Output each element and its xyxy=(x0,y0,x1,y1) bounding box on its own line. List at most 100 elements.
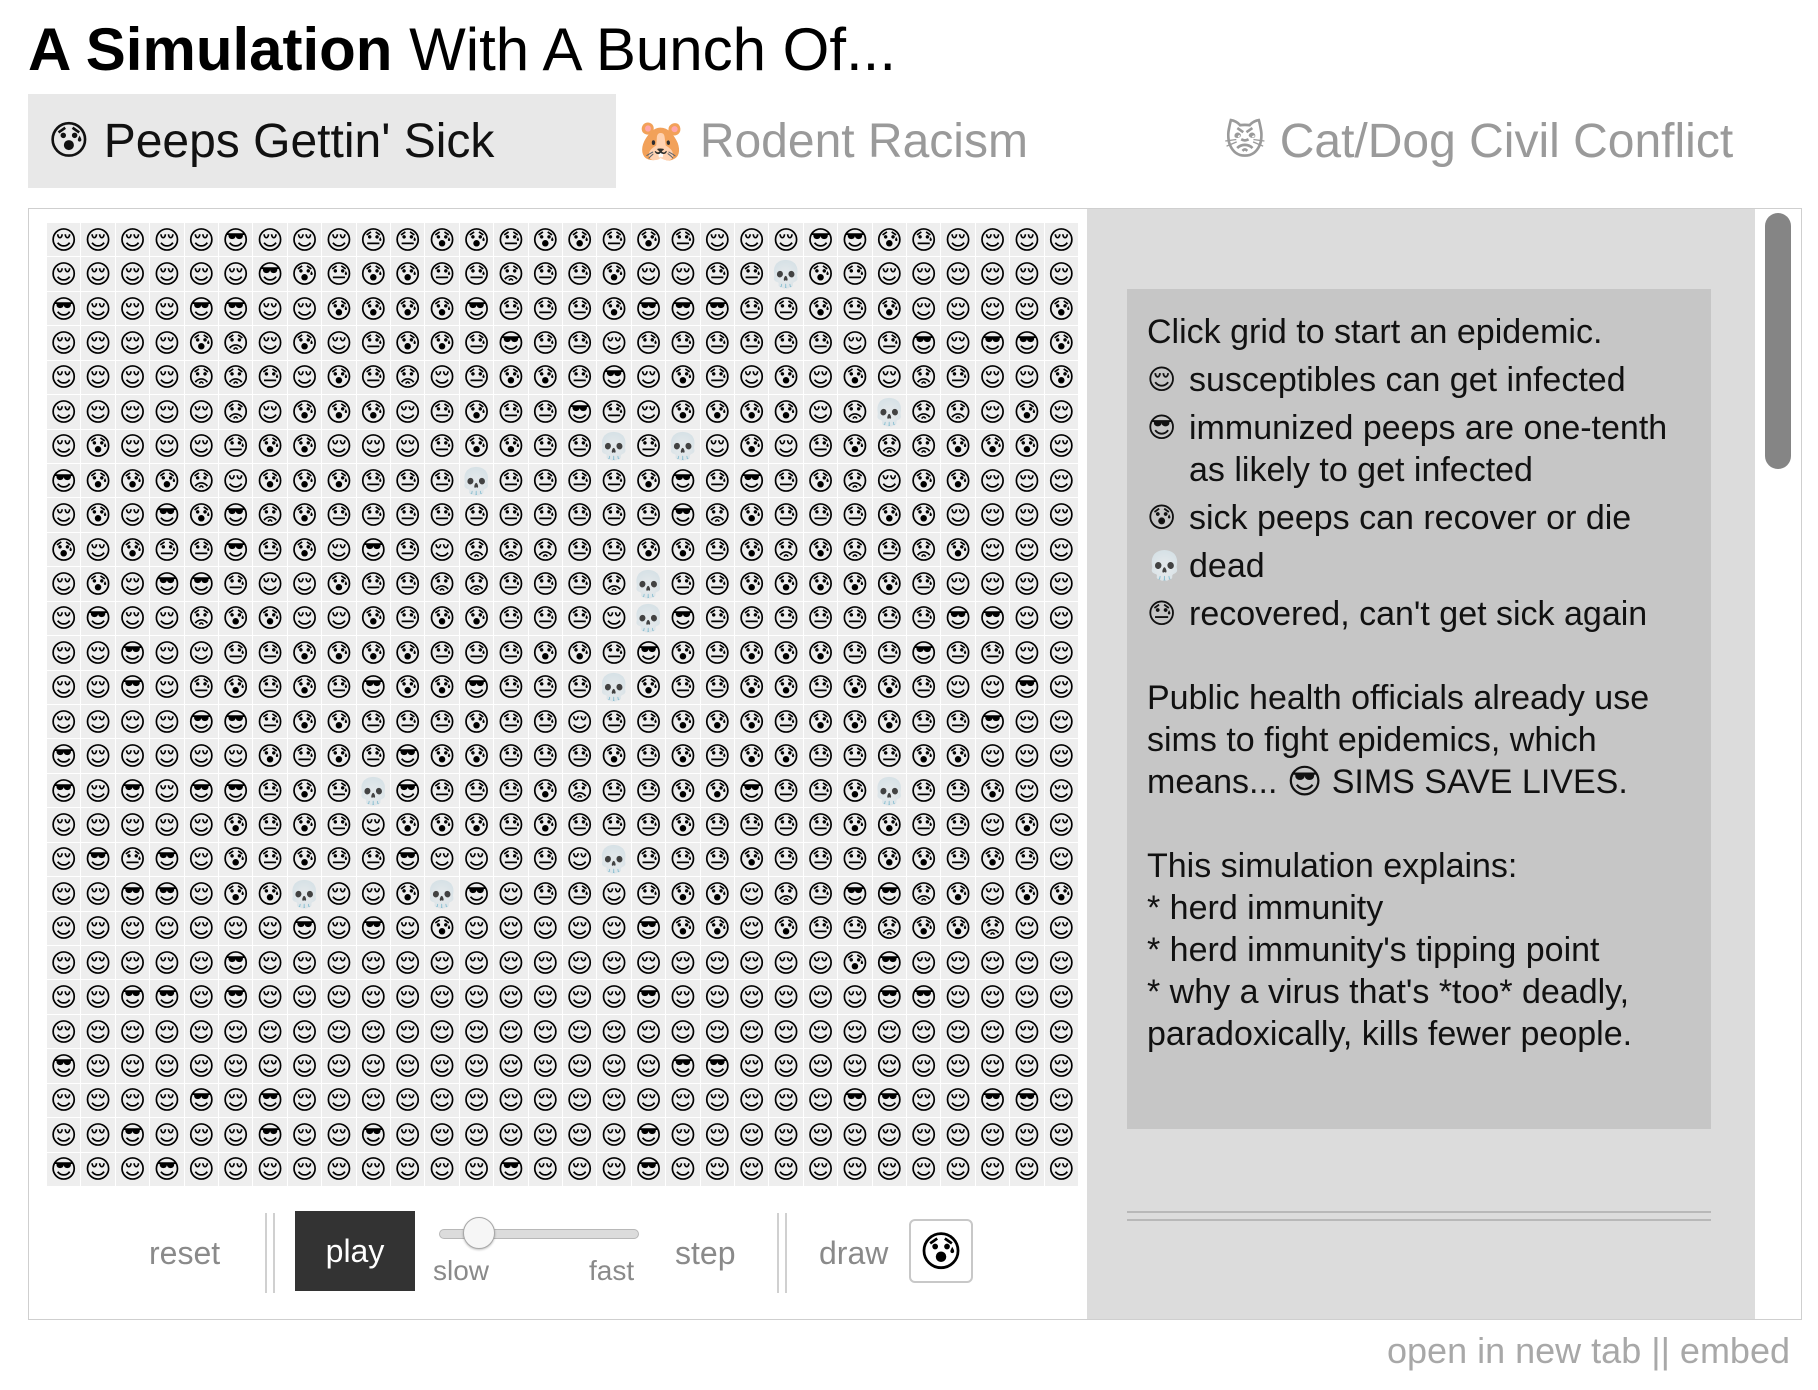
susceptible-cell[interactable]: 😌 xyxy=(184,1014,219,1050)
recovered-cell[interactable]: 😓 xyxy=(528,670,563,705)
recovered-cell[interactable]: 😓 xyxy=(563,498,598,533)
susceptible-cell[interactable]: 😌 xyxy=(287,291,323,327)
recovered-cell[interactable]: 😓 xyxy=(219,636,254,671)
susceptible-cell[interactable]: 😌 xyxy=(322,1049,357,1084)
susceptible-cell[interactable]: 😌 xyxy=(1010,601,1045,637)
sick-cell[interactable]: 😰 xyxy=(287,532,323,568)
immunized-cell[interactable]: 😎 xyxy=(150,1152,185,1187)
sick-cell[interactable]: 😰 xyxy=(769,360,804,396)
susceptible-cell[interactable]: 😌 xyxy=(356,877,391,912)
susceptible-cell[interactable]: 😌 xyxy=(838,1014,873,1050)
recovered-cell[interactable]: 😓 xyxy=(356,360,391,396)
susceptible-cell[interactable]: 😌 xyxy=(356,808,391,843)
immunized-cell[interactable]: 😎 xyxy=(975,601,1011,637)
susceptible-cell[interactable]: 😌 xyxy=(219,1049,254,1084)
immunized-cell[interactable]: 😎 xyxy=(700,1049,735,1084)
sick-cell[interactable]: 😰 xyxy=(700,877,735,912)
susceptible-cell[interactable]: 😌 xyxy=(700,1118,735,1153)
sick-cell[interactable]: 😰 xyxy=(528,360,563,396)
immunized-cell[interactable]: 😎 xyxy=(735,773,770,809)
susceptible-cell[interactable]: 😌 xyxy=(666,1152,701,1187)
susceptible-cell[interactable]: 😌 xyxy=(391,1014,426,1050)
susceptible-cell[interactable]: 😌 xyxy=(47,636,82,671)
recovered-cell[interactable]: 😓 xyxy=(872,532,907,568)
susceptible-cell[interactable]: 😌 xyxy=(253,980,288,1015)
susceptible-cell[interactable]: 😌 xyxy=(150,1049,185,1084)
recovered-cell[interactable]: 😓 xyxy=(941,842,976,878)
footer-links[interactable]: open in new tab || embed xyxy=(1387,1330,1790,1372)
sick-cell[interactable]: 😰 xyxy=(872,842,907,878)
susceptible-cell[interactable]: 😌 xyxy=(631,395,667,430)
susceptible-cell[interactable]: 😌 xyxy=(769,1014,804,1050)
susceptible-cell[interactable]: 😌 xyxy=(907,945,942,981)
sick-cell[interactable]: 😰 xyxy=(528,808,563,843)
sick-cell[interactable]: 😟 xyxy=(459,567,495,602)
susceptible-cell[interactable]: 😌 xyxy=(47,1083,82,1119)
recovered-cell[interactable]: 😓 xyxy=(459,498,495,533)
immunized-cell[interactable]: 😎 xyxy=(150,980,185,1015)
susceptible-cell[interactable]: 😌 xyxy=(872,1049,907,1084)
recovered-cell[interactable]: 😓 xyxy=(528,463,563,499)
susceptible-cell[interactable]: 😌 xyxy=(907,257,942,292)
recovered-cell[interactable]: 😓 xyxy=(391,223,426,258)
susceptible-cell[interactable]: 😌 xyxy=(81,532,116,568)
susceptible-cell[interactable]: 😌 xyxy=(47,498,82,533)
sick-cell[interactable]: 😰 xyxy=(356,636,391,671)
recovered-cell[interactable]: 😓 xyxy=(322,670,357,705)
susceptible-cell[interactable]: 😌 xyxy=(803,945,839,981)
sick-cell[interactable]: 😰 xyxy=(666,877,701,912)
immunized-cell[interactable]: 😎 xyxy=(494,326,529,361)
susceptible-cell[interactable]: 😌 xyxy=(253,326,288,361)
recovered-cell[interactable]: 😓 xyxy=(563,532,598,568)
dead-cell[interactable]: 💀 xyxy=(631,601,667,637)
susceptible-cell[interactable]: 😌 xyxy=(941,291,976,327)
sick-cell[interactable]: 😰 xyxy=(287,429,323,464)
immunized-cell[interactable]: 😎 xyxy=(115,773,151,809)
susceptible-cell[interactable]: 😌 xyxy=(1010,532,1045,568)
susceptible-cell[interactable]: 😌 xyxy=(528,1014,563,1050)
susceptible-cell[interactable]: 😌 xyxy=(425,1118,460,1153)
susceptible-cell[interactable]: 😌 xyxy=(253,291,288,327)
susceptible-cell[interactable]: 😌 xyxy=(1044,1049,1079,1084)
sick-cell[interactable]: 😰 xyxy=(459,808,495,843)
sick-cell[interactable]: 😰 xyxy=(769,670,804,705)
susceptible-cell[interactable]: 😌 xyxy=(115,257,151,292)
recovered-cell[interactable]: 😓 xyxy=(356,704,391,740)
recovered-cell[interactable]: 😓 xyxy=(631,773,667,809)
dead-cell[interactable]: 💀 xyxy=(459,463,495,499)
recovered-cell[interactable]: 😓 xyxy=(631,842,667,878)
sick-cell[interactable]: 😰 xyxy=(219,842,254,878)
sick-cell[interactable]: 😰 xyxy=(666,532,701,568)
sick-cell[interactable]: 😰 xyxy=(322,463,357,499)
susceptible-cell[interactable]: 😌 xyxy=(391,429,426,464)
recovered-cell[interactable]: 😓 xyxy=(356,498,391,533)
susceptible-cell[interactable]: 😌 xyxy=(494,945,529,981)
recovered-cell[interactable]: 😓 xyxy=(803,429,839,464)
susceptible-cell[interactable]: 😌 xyxy=(941,257,976,292)
susceptible-cell[interactable]: 😌 xyxy=(597,1152,632,1187)
susceptible-cell[interactable]: 😌 xyxy=(700,945,735,981)
susceptible-cell[interactable]: 😌 xyxy=(666,1118,701,1153)
sick-cell[interactable]: 😰 xyxy=(1044,291,1079,327)
recovered-cell[interactable]: 😓 xyxy=(528,326,563,361)
recovered-cell[interactable]: 😓 xyxy=(700,567,735,602)
immunized-cell[interactable]: 😎 xyxy=(597,360,632,396)
susceptible-cell[interactable]: 😌 xyxy=(459,1083,495,1119)
recovered-cell[interactable]: 😓 xyxy=(666,567,701,602)
susceptible-cell[interactable]: 😌 xyxy=(81,945,116,981)
recovered-cell[interactable]: 😓 xyxy=(872,326,907,361)
sick-cell[interactable]: 😟 xyxy=(907,877,942,912)
immunized-cell[interactable]: 😎 xyxy=(184,1083,219,1119)
immunized-cell[interactable]: 😎 xyxy=(219,291,254,327)
susceptible-cell[interactable]: 😌 xyxy=(1010,463,1045,499)
susceptible-cell[interactable]: 😌 xyxy=(597,1083,632,1119)
susceptible-cell[interactable]: 😌 xyxy=(563,980,598,1015)
sick-cell[interactable]: 😟 xyxy=(838,463,873,499)
susceptible-cell[interactable]: 😌 xyxy=(47,842,82,878)
susceptible-cell[interactable]: 😌 xyxy=(631,257,667,292)
sick-cell[interactable]: 😰 xyxy=(631,532,667,568)
sick-cell[interactable]: 😰 xyxy=(597,257,632,292)
sick-cell[interactable]: 😰 xyxy=(838,773,873,809)
sick-cell[interactable]: 😰 xyxy=(494,360,529,396)
susceptible-cell[interactable]: 😌 xyxy=(1044,980,1079,1015)
